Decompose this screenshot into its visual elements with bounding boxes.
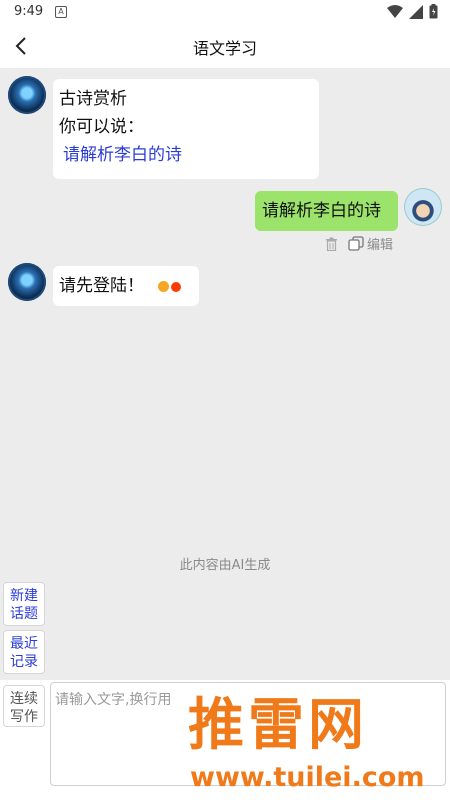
loading-dot: [158, 280, 169, 292]
user-message-bubble: 请解析李白的诗: [255, 191, 398, 231]
loading-dot: [171, 281, 181, 292]
message-heading: 古诗赏析: [59, 89, 127, 109]
ai-avatar: [8, 263, 46, 301]
loading-dots-icon: [158, 280, 181, 292]
message-text: 请先登陆！: [59, 276, 144, 296]
ai-avatar: [8, 76, 46, 114]
message-input-box[interactable]: [50, 682, 446, 786]
ai-message-bubble: 请先登陆！: [53, 266, 199, 306]
wifi-icon: [387, 4, 403, 19]
notification-icon: A: [55, 6, 67, 18]
recent-records-button[interactable]: 最近 记录: [3, 630, 45, 674]
message-input[interactable]: [51, 683, 445, 785]
status-icons: [387, 4, 438, 19]
user-avatar: [404, 188, 442, 226]
ai-generated-notice: 此内容由AI生成: [179, 558, 271, 573]
app-header: 语文学习: [0, 24, 450, 68]
new-topic-button[interactable]: 新建 话题: [3, 582, 45, 626]
message-hint: 你可以说：: [59, 117, 144, 137]
edit-label: 编辑: [367, 238, 394, 253]
message-actions: 编辑: [325, 234, 393, 253]
copy-icon: [348, 236, 364, 251]
battery-icon: [429, 4, 438, 19]
continuous-writing-button[interactable]: 连续 写作: [3, 685, 45, 727]
status-bar: 9:49 A: [0, 0, 450, 24]
status-time: 9:49: [14, 4, 44, 19]
suggestion-link[interactable]: 请解析李白的诗: [59, 141, 313, 169]
delete-icon[interactable]: [325, 237, 338, 251]
edit-button[interactable]: 编辑: [348, 234, 393, 253]
page-title: 语文学习: [192, 39, 257, 58]
signal-icon: [409, 4, 423, 19]
ai-message-bubble: 古诗赏析 你可以说： 请解析李白的诗: [53, 79, 319, 179]
